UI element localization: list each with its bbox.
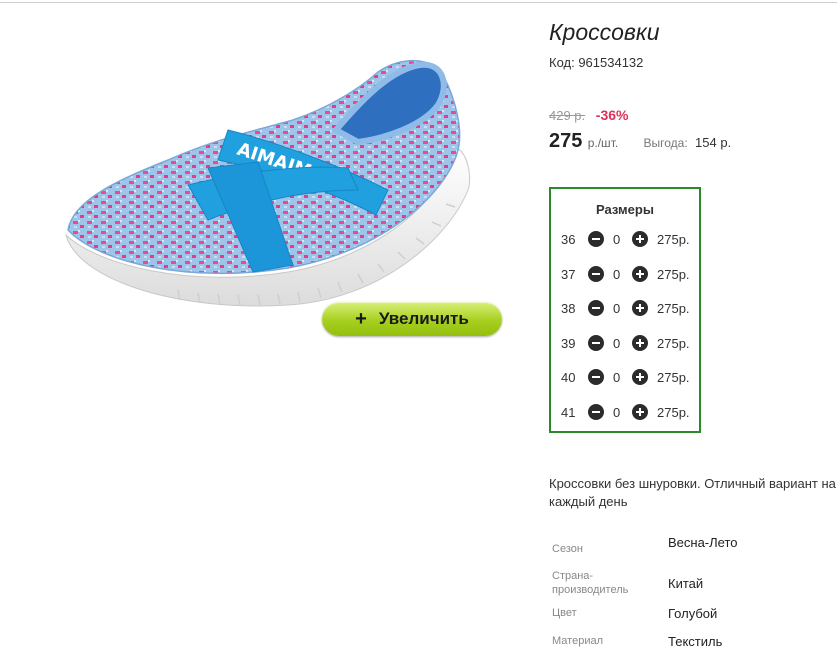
plus-icon: + bbox=[355, 308, 367, 330]
decrement-button[interactable] bbox=[588, 404, 604, 420]
attribute-value-country: Китай bbox=[668, 576, 704, 591]
attribute-label-season: Сезон bbox=[552, 543, 583, 555]
size-row-41: 41 0 275р. bbox=[551, 402, 699, 422]
size-label: 39 bbox=[561, 336, 576, 351]
product-description: Кроссовки без шнуровки. Отличный вариант… bbox=[549, 476, 836, 509]
size-price: 275р. bbox=[657, 267, 690, 282]
size-row-37: 37 0 275р. bbox=[551, 264, 699, 284]
product-code: Код: 961534132 bbox=[549, 55, 644, 70]
quantity-value: 0 bbox=[613, 267, 621, 282]
attribute-value-season: Весна-Лето bbox=[668, 535, 738, 550]
quantity-value: 0 bbox=[613, 370, 621, 385]
decrement-button[interactable] bbox=[588, 266, 604, 282]
old-price-row: 429 р. -36% bbox=[549, 107, 628, 123]
attribute-label-material: Материал bbox=[552, 635, 603, 647]
price-value: 275 bbox=[549, 130, 583, 152]
increment-button[interactable] bbox=[632, 266, 648, 282]
size-label: 38 bbox=[561, 301, 576, 316]
size-price: 275р. bbox=[657, 301, 690, 316]
attribute-value-color: Голубой bbox=[668, 606, 718, 621]
attribute-value-material: Текстиль bbox=[668, 634, 723, 649]
size-price: 275р. bbox=[657, 336, 690, 351]
savings-value: 154 р. bbox=[695, 135, 732, 150]
discount-badge: -36% bbox=[595, 107, 629, 123]
decrement-button[interactable] bbox=[588, 335, 604, 351]
increment-button[interactable] bbox=[632, 335, 648, 351]
zoom-button[interactable]: + Увеличить bbox=[322, 302, 502, 336]
quantity-value: 0 bbox=[613, 405, 621, 420]
size-price: 275р. bbox=[657, 370, 690, 385]
decrement-button[interactable] bbox=[588, 231, 604, 247]
sizes-title: Размеры bbox=[596, 202, 654, 217]
decrement-button[interactable] bbox=[588, 300, 604, 316]
size-label: 36 bbox=[561, 232, 576, 247]
price-row: 275 р./шт. Выгода: 154 р. bbox=[549, 130, 731, 153]
product-image[interactable]: AIMAIMAIM bbox=[58, 50, 478, 335]
top-divider bbox=[0, 2, 837, 3]
size-price: 275р. bbox=[657, 232, 690, 247]
quantity-value: 0 bbox=[613, 336, 621, 351]
old-price: 429 р. bbox=[549, 108, 586, 123]
product-title: Кроссовки bbox=[549, 19, 660, 45]
size-label: 40 bbox=[561, 370, 576, 385]
size-row-36: 36 0 275р. bbox=[551, 229, 699, 249]
sizes-panel: Размеры 36 0 275р. 37 0 275р. 38 0 275р.… bbox=[549, 187, 701, 433]
quantity-value: 0 bbox=[613, 301, 621, 316]
size-label: 41 bbox=[561, 405, 576, 420]
size-row-40: 40 0 275р. bbox=[551, 367, 699, 387]
increment-button[interactable] bbox=[632, 300, 648, 316]
increment-button[interactable] bbox=[632, 369, 648, 385]
price-unit: р./шт. bbox=[587, 136, 619, 150]
decrement-button[interactable] bbox=[588, 369, 604, 385]
savings-label: Выгода: bbox=[643, 136, 688, 150]
size-label: 37 bbox=[561, 267, 576, 282]
increment-button[interactable] bbox=[632, 231, 648, 247]
size-row-39: 39 0 275р. bbox=[551, 333, 699, 353]
zoom-label: Увеличить bbox=[378, 309, 469, 328]
size-price: 275р. bbox=[657, 405, 690, 420]
increment-button[interactable] bbox=[632, 404, 648, 420]
shoe-illustration: AIMAIMAIM bbox=[65, 59, 471, 307]
attribute-label-color: Цвет bbox=[552, 607, 577, 619]
size-row-38: 38 0 275р. bbox=[551, 298, 699, 318]
attribute-label-country: Страна-производитель bbox=[552, 570, 629, 596]
quantity-value: 0 bbox=[613, 232, 621, 247]
